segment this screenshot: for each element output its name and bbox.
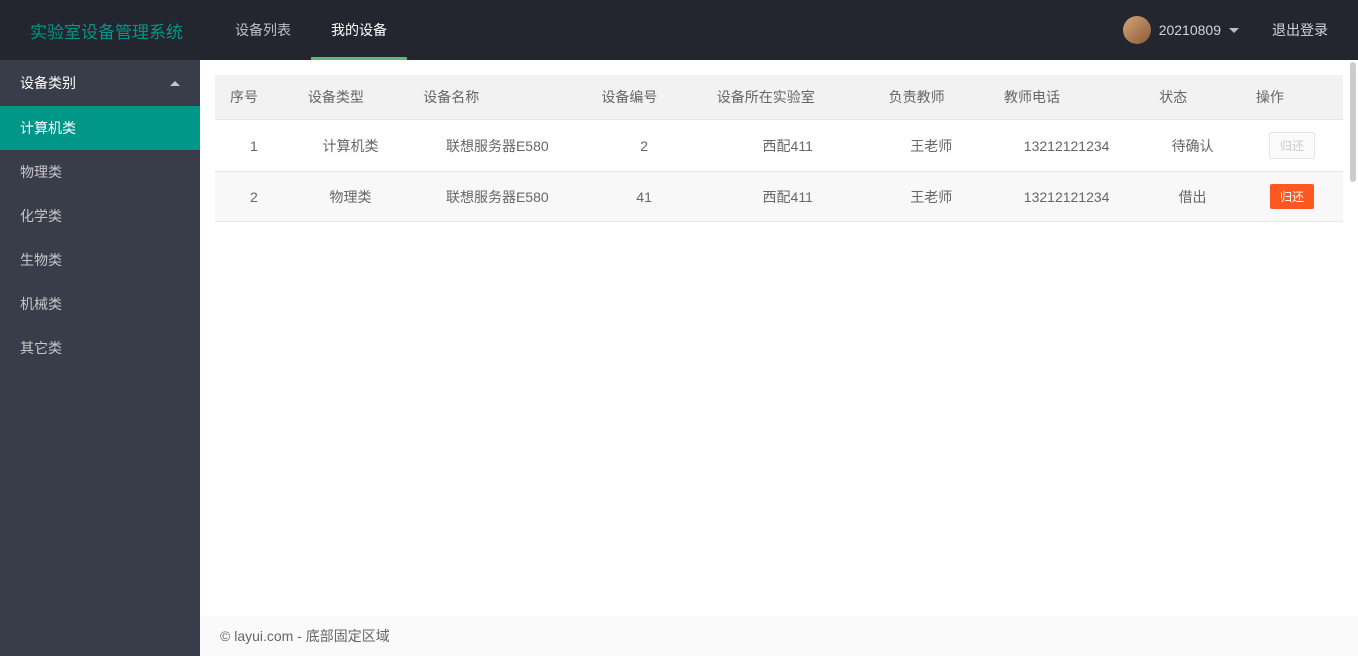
nav-tabs: 设备列表 我的设备 xyxy=(215,0,407,60)
user-menu[interactable]: 20210809 xyxy=(1113,16,1249,44)
col-code: 设备编号 xyxy=(586,75,701,120)
device-table: 序号 设备类型 设备名称 设备编号 设备所在实验室 负责教师 教师电话 状态 操… xyxy=(215,75,1343,222)
avatar-icon xyxy=(1123,16,1151,44)
cell-type: 计算机类 xyxy=(293,120,408,172)
main-content: 序号 设备类型 设备名称 设备编号 设备所在实验室 负责教师 教师电话 状态 操… xyxy=(200,60,1358,656)
cell-phone: 13212121234 xyxy=(989,120,1144,172)
col-type: 设备类型 xyxy=(293,75,408,120)
footer: © layui.com - 底部固定区域 xyxy=(200,616,1358,656)
cell-phone: 13212121234 xyxy=(989,172,1144,222)
cell-seq: 2 xyxy=(215,172,293,222)
sidebar-item-physics[interactable]: 物理类 xyxy=(0,150,200,194)
chevron-up-icon xyxy=(170,81,180,86)
sidebar-title: 设备类别 xyxy=(20,73,76,93)
cell-name: 联想服务器E580 xyxy=(408,172,586,222)
col-seq: 序号 xyxy=(215,75,293,120)
sidebar: 设备类别 计算机类 物理类 化学类 生物类 机械类 其它类 xyxy=(0,60,200,656)
sidebar-category-header[interactable]: 设备类别 xyxy=(0,60,200,106)
col-teacher: 负责教师 xyxy=(874,75,989,120)
cell-type: 物理类 xyxy=(293,172,408,222)
cell-teacher: 王老师 xyxy=(874,172,989,222)
logout-link[interactable]: 退出登录 xyxy=(1257,20,1343,40)
header-right: 20210809 退出登录 xyxy=(1113,16,1343,44)
sidebar-item-chemistry[interactable]: 化学类 xyxy=(0,194,200,238)
sidebar-item-mechanical[interactable]: 机械类 xyxy=(0,282,200,326)
sidebar-item-computer[interactable]: 计算机类 xyxy=(0,106,200,150)
col-action: 操作 xyxy=(1241,75,1343,120)
sidebar-item-other[interactable]: 其它类 xyxy=(0,326,200,370)
col-phone: 教师电话 xyxy=(989,75,1144,120)
return-button[interactable]: 归还 xyxy=(1270,184,1314,209)
cell-action: 归还 xyxy=(1241,120,1343,172)
chevron-down-icon xyxy=(1229,28,1239,33)
top-header: 实验室设备管理系统 设备列表 我的设备 20210809 退出登录 xyxy=(0,0,1358,60)
cell-code: 2 xyxy=(586,120,701,172)
scrollbar-thumb[interactable] xyxy=(1350,62,1356,182)
table-header-row: 序号 设备类型 设备名称 设备编号 设备所在实验室 负责教师 教师电话 状态 操… xyxy=(215,75,1343,120)
cell-teacher: 王老师 xyxy=(874,120,989,172)
table-row: 2 物理类 联想服务器E580 41 西配411 王老师 13212121234… xyxy=(215,172,1343,222)
table-row: 1 计算机类 联想服务器E580 2 西配411 王老师 13212121234… xyxy=(215,120,1343,172)
cell-seq: 1 xyxy=(215,120,293,172)
tab-device-list[interactable]: 设备列表 xyxy=(215,0,311,60)
app-logo: 实验室设备管理系统 xyxy=(15,18,215,43)
col-lab: 设备所在实验室 xyxy=(702,75,874,120)
cell-name: 联想服务器E580 xyxy=(408,120,586,172)
return-button: 归还 xyxy=(1269,132,1315,159)
sidebar-item-biology[interactable]: 生物类 xyxy=(0,238,200,282)
cell-lab: 西配411 xyxy=(702,120,874,172)
username: 20210809 xyxy=(1159,22,1221,38)
cell-status: 待确认 xyxy=(1144,120,1241,172)
tab-my-devices[interactable]: 我的设备 xyxy=(311,0,407,60)
cell-status: 借出 xyxy=(1144,172,1241,222)
col-status: 状态 xyxy=(1144,75,1241,120)
cell-action: 归还 xyxy=(1241,172,1343,222)
cell-code: 41 xyxy=(586,172,701,222)
cell-lab: 西配411 xyxy=(702,172,874,222)
col-name: 设备名称 xyxy=(408,75,586,120)
